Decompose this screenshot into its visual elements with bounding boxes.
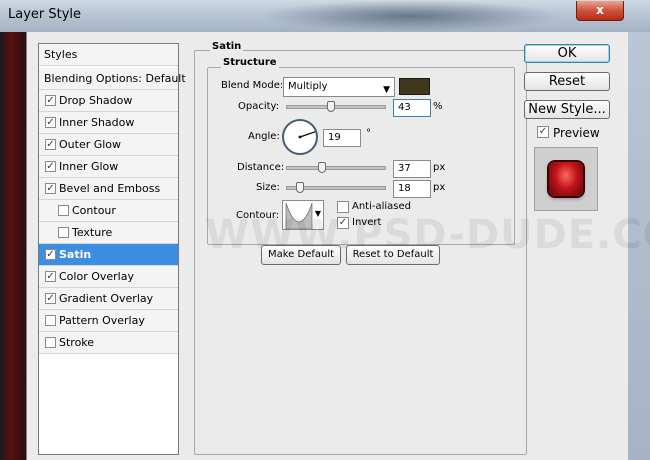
angle-dial[interactable]	[282, 119, 318, 155]
blend-mode-value: Multiply	[288, 81, 328, 92]
styles-list: Styles Blending Options: Default ✓ Drop S…	[38, 43, 186, 455]
blend-mode-select[interactable]: Multiply ▼	[283, 77, 395, 97]
anti-aliased-label: Anti-aliased	[352, 201, 412, 212]
style-item-checkbox[interactable]: ✓	[45, 95, 56, 106]
style-item-satin[interactable]: ✓ Satin	[39, 244, 178, 266]
angle-label: Angle:	[248, 131, 280, 142]
blend-color-swatch[interactable]	[399, 78, 430, 95]
size-slider-thumb[interactable]	[296, 182, 304, 193]
check-icon: ✓	[46, 183, 55, 194]
ok-button[interactable]: OK	[524, 44, 610, 63]
distance-input[interactable]: 37	[393, 160, 431, 178]
style-item-label: Bevel and Emboss	[59, 182, 161, 195]
check-icon: ✓	[46, 161, 55, 172]
check-icon: ✓	[46, 117, 55, 128]
new-style-button[interactable]: New Style...	[524, 100, 610, 119]
style-item-color-overlay[interactable]: ✓ Color Overlay	[39, 266, 178, 288]
style-item-checkbox[interactable]: ✓	[45, 117, 56, 128]
size-slider[interactable]	[286, 182, 386, 193]
title-bar: Layer Style x	[0, 0, 650, 32]
opacity-unit: %	[433, 101, 443, 112]
angle-unit: °	[366, 128, 371, 139]
preview-shape	[549, 162, 583, 196]
distance-slider[interactable]	[286, 162, 386, 173]
style-item-checkbox[interactable]: ✓	[45, 183, 56, 194]
opacity-slider[interactable]	[286, 101, 386, 112]
style-preview-thumbnail	[534, 147, 598, 211]
opacity-slider-thumb[interactable]	[327, 101, 335, 112]
style-item-label: Gradient Overlay	[59, 292, 154, 305]
style-item-label: Color Overlay	[59, 270, 134, 283]
angle-dial-indicator	[298, 131, 316, 139]
style-item-texture[interactable]: Texture	[39, 222, 178, 244]
angle-input[interactable]: 19	[323, 129, 361, 147]
preview-label: Preview	[553, 126, 600, 140]
make-default-button[interactable]: Make Default	[261, 245, 341, 265]
style-item-checkbox[interactable]: ✓	[45, 293, 56, 304]
styles-header[interactable]: Styles	[39, 44, 178, 66]
style-item-outer-glow[interactable]: ✓ Outer Glow	[39, 134, 178, 156]
check-icon: ✓	[46, 139, 55, 150]
opacity-label: Opacity:	[238, 101, 280, 112]
style-item-label: Texture	[72, 226, 113, 239]
reset-button[interactable]: Reset	[524, 72, 610, 91]
style-item-label: Inner Glow	[59, 160, 119, 173]
style-item-label: Satin	[59, 248, 92, 261]
size-unit: px	[433, 182, 446, 193]
style-item-label: Contour	[72, 204, 116, 217]
check-icon: ✓	[46, 271, 55, 282]
style-item-checkbox[interactable]: ✓	[45, 139, 56, 150]
opacity-input[interactable]: 43	[393, 99, 431, 117]
blending-options-item[interactable]: Blending Options: Default	[39, 68, 186, 90]
style-item-label: Stroke	[59, 336, 95, 349]
close-button[interactable]: x	[576, 1, 624, 21]
style-item-checkbox[interactable]: ✓	[45, 161, 56, 172]
style-item-label: Inner Shadow	[59, 116, 135, 129]
check-icon: ✓	[46, 293, 55, 304]
style-item-contour[interactable]: Contour	[39, 200, 178, 222]
distance-label: Distance:	[237, 162, 285, 173]
style-item-label: Drop Shadow	[59, 94, 133, 107]
style-item-drop-shadow[interactable]: ✓ Drop Shadow	[39, 90, 178, 112]
size-label: Size:	[256, 182, 280, 193]
style-item-label: Outer Glow	[59, 138, 122, 151]
distance-unit: px	[433, 162, 446, 173]
distance-slider-thumb[interactable]	[318, 162, 326, 173]
structure-title: Structure	[221, 57, 279, 68]
check-icon: ✓	[46, 249, 55, 260]
style-item-bevel-and-emboss[interactable]: ✓ Bevel and Emboss	[39, 178, 178, 200]
preview-checkbox[interactable]: ✓	[537, 126, 549, 138]
check-icon: ✓	[46, 95, 55, 106]
title-bar-glow	[260, 0, 560, 32]
style-item-checkbox[interactable]	[45, 337, 56, 348]
blend-mode-label: Blend Mode:	[221, 80, 284, 91]
size-input[interactable]: 18	[393, 180, 431, 198]
style-item-pattern-overlay[interactable]: Pattern Overlay	[39, 310, 178, 332]
style-item-inner-shadow[interactable]: ✓ Inner Shadow	[39, 112, 178, 134]
style-item-inner-glow[interactable]: ✓ Inner Glow	[39, 156, 178, 178]
style-item-checkbox[interactable]	[58, 227, 69, 238]
style-item-checkbox[interactable]	[45, 315, 56, 326]
style-item-checkbox[interactable]	[58, 205, 69, 216]
reset-to-default-button[interactable]: Reset to Default	[346, 245, 440, 265]
style-item-label: Pattern Overlay	[59, 314, 145, 327]
style-item-stroke[interactable]: Stroke	[39, 332, 178, 354]
style-item-gradient-overlay[interactable]: ✓ Gradient Overlay	[39, 288, 178, 310]
satin-title: Satin	[210, 41, 244, 52]
style-item-checkbox[interactable]: ✓	[45, 249, 56, 260]
window-title: Layer Style	[8, 7, 82, 22]
window-frame-left	[0, 32, 26, 460]
style-item-checkbox[interactable]: ✓	[45, 271, 56, 282]
chevron-down-icon: ▼	[383, 85, 390, 95]
check-icon: ✓	[538, 126, 548, 137]
